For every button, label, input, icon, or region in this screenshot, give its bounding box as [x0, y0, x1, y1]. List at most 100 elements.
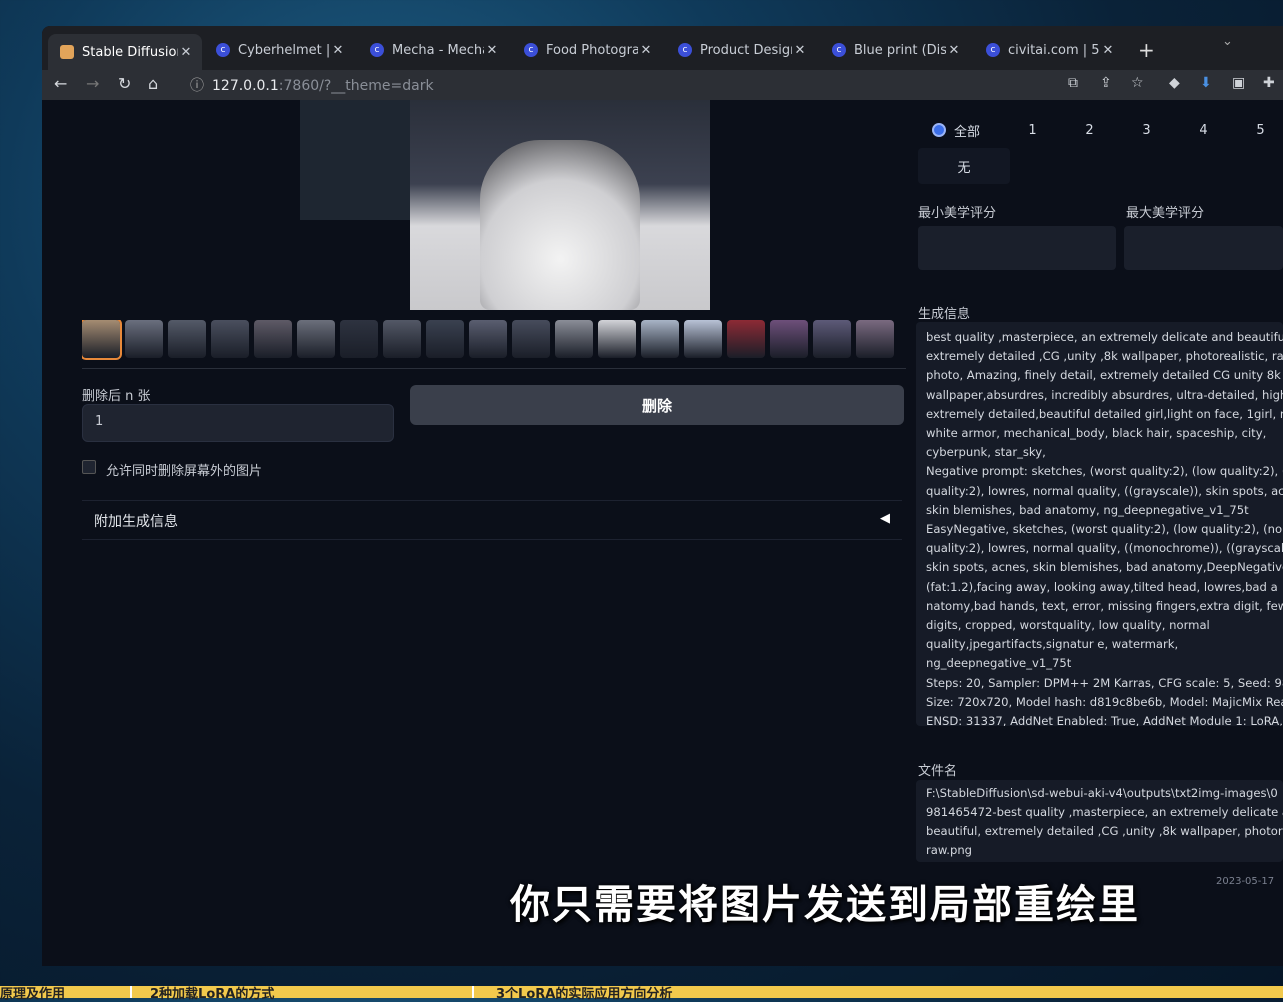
- gen-info-line: skin spots, acnes, skin blemishes, bad a…: [926, 560, 1283, 575]
- site-info-icon[interactable]: ⓘ: [190, 78, 204, 94]
- back-arrow-icon[interactable]: ←: [54, 74, 67, 93]
- chapter-divider: [130, 986, 132, 998]
- filename-label: 文件名: [918, 764, 958, 779]
- close-icon[interactable]: ✕: [1100, 43, 1116, 58]
- gallery-thumbnail[interactable]: [684, 320, 722, 358]
- tab-search-chevron-icon[interactable]: ⌄: [1222, 34, 1233, 49]
- video-subtitle: 你只需要将图片发送到局部重绘里: [510, 882, 1140, 928]
- delete-after-input[interactable]: 1: [82, 404, 394, 442]
- url-rest: :7860/?__theme=dark: [278, 78, 434, 94]
- allow-delete-label: 允许同时删除屏幕外的图片: [106, 464, 263, 479]
- gen-info-line: white armor, mechanical_body, black hair…: [926, 426, 1267, 441]
- max-aesthetic-input[interactable]: [1124, 226, 1283, 270]
- gallery-thumbnail[interactable]: [813, 320, 851, 358]
- tab-civitai[interactable]: c civitai.com | 525 ✕: [974, 36, 1124, 64]
- bookmark-star-icon[interactable]: ☆: [1131, 75, 1144, 91]
- forward-arrow-icon[interactable]: →: [86, 74, 99, 93]
- filename-line: beautiful, extremely detailed ,CG ,unity…: [926, 824, 1283, 838]
- gallery-thumbnail[interactable]: [598, 320, 636, 358]
- filename-textbox[interactable]: F:\StableDiffusion\sd-webui-aki-v4\outpu…: [916, 780, 1283, 862]
- extension-icon[interactable]: ▣: [1232, 75, 1245, 91]
- gallery-thumbnail[interactable]: [770, 320, 808, 358]
- radio-all[interactable]: 全部: [932, 121, 1004, 140]
- close-icon[interactable]: ✕: [178, 45, 194, 60]
- gallery-thumbnail[interactable]: [125, 320, 163, 358]
- gen-info-line: EasyNegative, sketches, (worst quality:2…: [926, 522, 1283, 537]
- filename-line: raw.png: [926, 843, 973, 857]
- gallery-thumbnail[interactable]: [211, 320, 249, 358]
- stable-diffusion-icon: [60, 45, 74, 59]
- gen-info-line: skin blemishes, bad anatomy, ng_deepnega…: [926, 502, 1249, 517]
- share-icon[interactable]: ⇪: [1100, 75, 1112, 91]
- tab-mecha[interactable]: c Mecha - Mecha ✕: [358, 36, 508, 64]
- close-icon[interactable]: ✕: [484, 43, 500, 58]
- gallery-thumbnail[interactable]: [727, 320, 765, 358]
- close-icon[interactable]: ✕: [330, 43, 346, 58]
- filename-line: 981465472-best quality ,masterpiece, an …: [926, 805, 1283, 819]
- delete-button[interactable]: 删除: [410, 385, 904, 425]
- translate-icon[interactable]: ⧉: [1068, 75, 1078, 91]
- tab-blue-print[interactable]: c Blue print (Disa ✕: [820, 36, 970, 64]
- radio-4[interactable]: 4: [1175, 123, 1232, 138]
- tab-product-design[interactable]: c Product Design ✕: [666, 36, 816, 64]
- allow-delete-checkbox[interactable]: [82, 460, 96, 474]
- gallery-thumbnail[interactable]: [641, 320, 679, 358]
- civitai-icon: c: [370, 43, 384, 57]
- gallery-thumbnail[interactable]: [426, 320, 464, 358]
- close-icon[interactable]: ✕: [946, 43, 962, 58]
- radio-1[interactable]: 1: [1004, 123, 1061, 138]
- radio-2[interactable]: 2: [1061, 123, 1118, 138]
- chapter-2[interactable]: 2种加载LoRA的方式: [150, 983, 274, 1002]
- rating-radio-group: 全部 1 2 3 4 5: [916, 116, 1283, 144]
- gen-info-line: quality:2), lowres, normal quality, ((mo…: [926, 541, 1283, 556]
- filename-line: F:\StableDiffusion\sd-webui-aki-v4\outpu…: [926, 786, 1278, 800]
- preview-image-subject: [480, 140, 640, 310]
- chapter-divider: [472, 986, 474, 998]
- gen-info-textbox[interactable]: best quality ,masterpiece, an extremely …: [916, 322, 1283, 726]
- address-bar[interactable]: ⓘ 127.0.0.1:7860/?__theme=dark: [190, 75, 434, 95]
- gen-info-line: digits, cropped, worstquality, low quali…: [926, 618, 1210, 633]
- gallery-thumbnail[interactable]: [297, 320, 335, 358]
- triangle-left-icon: ◀: [880, 511, 890, 526]
- gallery-thumbnail[interactable]: [340, 320, 378, 358]
- gen-info-line: extremely detailed,beautiful detailed gi…: [926, 406, 1283, 421]
- gallery-thumbnail[interactable]: [82, 320, 122, 360]
- download-extension-icon[interactable]: ⬇: [1200, 75, 1212, 91]
- gallery-thumbnail[interactable]: [383, 320, 421, 358]
- gallery-thumbnail[interactable]: [254, 320, 292, 358]
- accordion-label: 附加生成信息: [94, 514, 178, 530]
- gallery-thumbnail[interactable]: [512, 320, 550, 358]
- gallery-thumbnail[interactable]: [856, 320, 894, 358]
- gallery-thumbnail[interactable]: [469, 320, 507, 358]
- radio-3[interactable]: 3: [1118, 123, 1175, 138]
- civitai-icon: c: [832, 43, 846, 57]
- webui-content: 删除后 n 张 1 删除 允许同时删除屏幕外的图片 附加生成信息 ◀ 全部 1 …: [42, 100, 1283, 966]
- gen-info-line: ENSD: 31337, AddNet Enabled: True, AddNe…: [926, 714, 1283, 726]
- extension-icon[interactable]: ◆: [1169, 75, 1180, 91]
- thumbnail-strip: [82, 320, 906, 364]
- tab-bar: Stable Diffusion ✕ c Cyberhelmet | ✕ c M…: [42, 26, 1283, 70]
- delete-after-value: 1: [95, 414, 104, 429]
- reload-icon[interactable]: ↻: [118, 74, 131, 93]
- puzzle-extensions-icon[interactable]: ✚: [1263, 75, 1275, 91]
- radio-5[interactable]: 5: [1232, 123, 1283, 138]
- extra-gen-info-accordion[interactable]: 附加生成信息 ◀: [82, 500, 902, 540]
- radio-none[interactable]: 无: [918, 148, 1010, 184]
- chapter-1[interactable]: 原理及作用: [0, 983, 65, 1002]
- home-icon[interactable]: ⌂: [148, 74, 158, 93]
- tab-cyberhelmet[interactable]: c Cyberhelmet | ✕: [204, 36, 354, 64]
- preview-image[interactable]: [410, 100, 710, 310]
- gen-info-line: Negative prompt: sketches, (worst qualit…: [926, 464, 1283, 479]
- gallery-thumbnail[interactable]: [555, 320, 593, 358]
- civitai-icon: c: [524, 43, 538, 57]
- close-icon[interactable]: ✕: [638, 43, 654, 58]
- new-tab-button[interactable]: +: [1138, 38, 1155, 62]
- chapter-3[interactable]: 3个LoRA的实际应用方向分析: [496, 983, 672, 1002]
- tab-food-photography[interactable]: c Food Photograp ✕: [512, 36, 662, 64]
- min-aesthetic-input[interactable]: [918, 226, 1116, 270]
- delete-after-label: 删除后 n 张: [82, 389, 151, 404]
- tab-stable-diffusion[interactable]: Stable Diffusion ✕: [48, 34, 202, 70]
- close-icon[interactable]: ✕: [792, 43, 808, 58]
- gallery-column: 删除后 n 张 1 删除 允许同时删除屏幕外的图片 附加生成信息 ◀: [70, 100, 906, 966]
- gallery-thumbnail[interactable]: [168, 320, 206, 358]
